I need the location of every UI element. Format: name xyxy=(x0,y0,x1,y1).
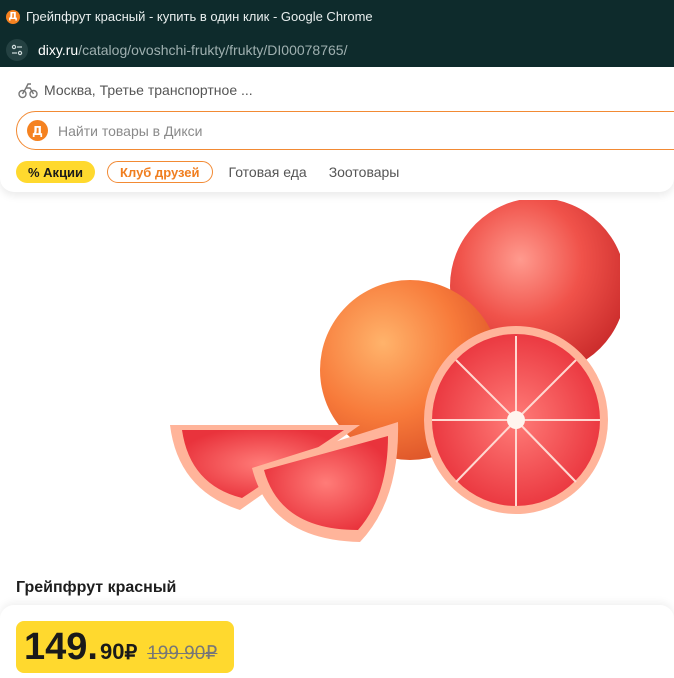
search-box[interactable]: Д xyxy=(16,111,674,150)
window-title: Грейпфрут красный - купить в один клик -… xyxy=(26,9,373,24)
delivery-location[interactable]: Москва, Третье транспортное ... xyxy=(18,81,253,99)
search-input[interactable] xyxy=(58,122,478,139)
nav-link-ready-food[interactable]: Готовая еда xyxy=(229,164,307,180)
price-badge: 149. 90 ₽ 199.90₽ xyxy=(16,621,234,673)
price-panel: 149. 90 ₽ 199.90₽ xyxy=(0,605,674,678)
product-name: Грейпфрут красный xyxy=(16,579,177,596)
product-image xyxy=(170,200,620,542)
price-integer: 149. xyxy=(24,626,98,668)
grapefruit-half xyxy=(424,326,608,514)
promo-button[interactable]: % Акции xyxy=(16,161,96,183)
location-text: Москва, Третье транспортное ... xyxy=(44,82,253,98)
url-text[interactable]: dixy.ru/catalog/ovoshchi-frukty/frukty/D… xyxy=(38,42,347,58)
courier-bike-icon xyxy=(18,83,38,99)
category-nav: % Акции Клуб друзей Готовая еда Зоотовар… xyxy=(16,161,399,183)
address-bar[interactable]: dixy.ru/catalog/ovoshchi-frukty/frukty/D… xyxy=(0,33,674,67)
browser-title-bar: Д Грейпфрут красный - купить в один клик… xyxy=(0,0,674,33)
url-domain: dixy.ru xyxy=(38,42,79,58)
dixy-logo-icon: Д xyxy=(27,120,48,141)
price-currency: ₽ xyxy=(124,642,138,664)
price-fraction: 90 xyxy=(99,639,125,664)
site-header: Москва, Третье транспортное ... Д % Акци… xyxy=(0,67,674,192)
url-path: /catalog/ovoshchi-frukty/frukty/DI000787… xyxy=(78,42,348,58)
site-settings-icon[interactable] xyxy=(6,39,28,61)
old-price: 199.90₽ xyxy=(147,643,218,664)
site-favicon-icon: Д xyxy=(6,9,20,24)
friends-club-button[interactable]: Клуб друзей xyxy=(107,161,213,183)
nav-link-pet-products[interactable]: Зоотовары xyxy=(329,164,400,180)
